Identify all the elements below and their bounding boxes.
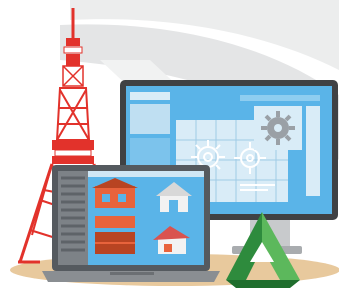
laptop: [42, 165, 220, 282]
floor-plan-icon: [95, 216, 135, 254]
illustration-canvas: [10, 0, 339, 288]
gear-icon: [261, 111, 295, 145]
